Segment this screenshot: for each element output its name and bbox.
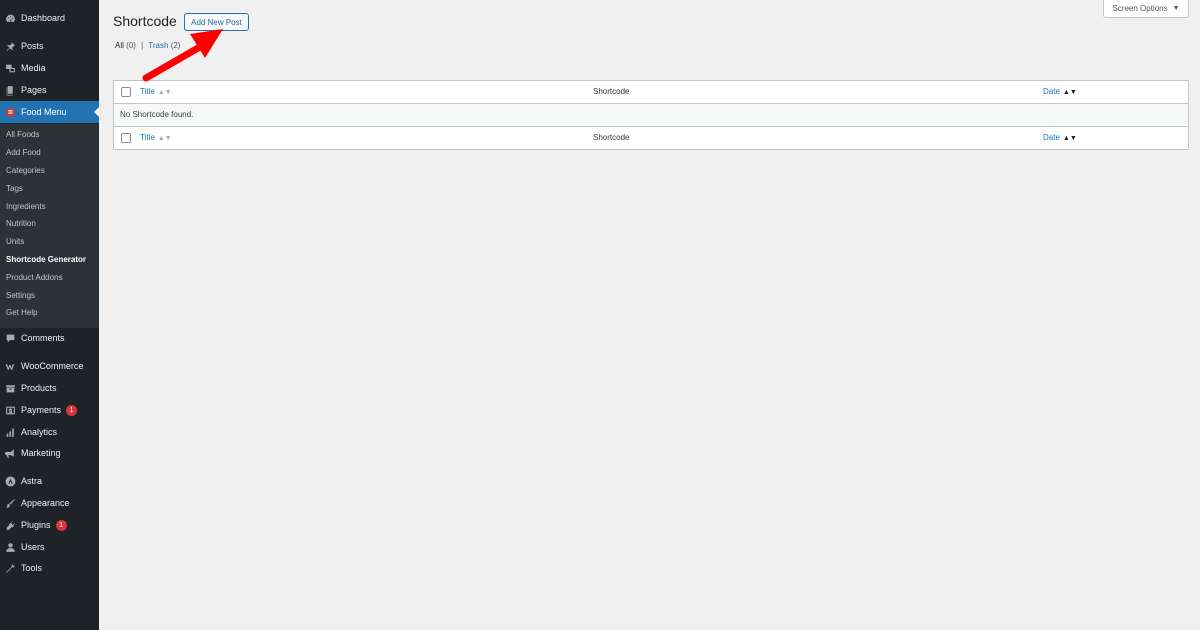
column-date-footer[interactable]: Date ▲▼ <box>1043 133 1077 142</box>
pages-icon <box>4 84 16 96</box>
menu-users[interactable]: Users <box>0 536 99 558</box>
column-title-label: Title <box>140 87 155 96</box>
astra-icon <box>4 475 16 487</box>
menu-posts[interactable]: Posts <box>0 35 99 57</box>
menu-tools-label: Tools <box>21 563 43 573</box>
column-date-header[interactable]: Date ▲▼ <box>1043 87 1077 96</box>
dashboard-icon <box>4 12 16 24</box>
filter-trash[interactable]: Trash <box>148 41 168 50</box>
sort-icon: ▲▼ <box>157 135 172 142</box>
menu-payments[interactable]: Payments 1 <box>0 399 99 421</box>
woocommerce-icon <box>4 360 16 372</box>
payments-count-badge: 1 <box>66 404 78 416</box>
table-header-row: Title ▲▼ Shortcode Date ▲▼ <box>114 81 1188 104</box>
plugins-count-badge: 1 <box>55 519 67 531</box>
post-status-filters: All (0) | Trash (2) <box>115 41 180 50</box>
menu-plugins-label: Plugins <box>21 520 51 530</box>
comment-icon <box>4 332 16 344</box>
screen-options-label: Screen Options <box>1112 4 1168 13</box>
bar-chart-icon <box>4 426 16 438</box>
menu-media[interactable]: Media <box>0 57 99 79</box>
food-menu-icon <box>4 106 16 118</box>
menu-food-menu[interactable]: Food Menu <box>0 101 99 123</box>
table-row: No Shortcode found. <box>114 104 1188 127</box>
menu-pages-label: Pages <box>21 85 47 95</box>
column-date-label: Date <box>1043 87 1060 96</box>
menu-comments[interactable]: Comments <box>0 327 99 349</box>
sort-icon: ▲▼ <box>1062 135 1077 142</box>
plugin-icon <box>4 519 16 531</box>
column-title-footer[interactable]: Title ▲▼ <box>140 133 172 142</box>
sort-icon: ▲▼ <box>157 89 172 96</box>
menu-marketing[interactable]: Marketing <box>0 442 99 464</box>
menu-posts-label: Posts <box>21 41 44 51</box>
menu-marketing-label: Marketing <box>21 448 61 458</box>
menu-dashboard-label: Dashboard <box>21 13 66 23</box>
users-icon <box>4 541 16 553</box>
active-menu-arrow <box>94 107 99 117</box>
menu-tools[interactable]: Tools <box>0 557 99 579</box>
menu-astra[interactable]: Astra <box>0 470 99 492</box>
wrench-icon <box>4 562 16 574</box>
select-all-checkbox-footer[interactable] <box>121 133 131 143</box>
table-footer-row: Title ▲▼ Shortcode Date ▲▼ <box>114 127 1188 149</box>
submenu-nutrition[interactable]: Nutrition <box>6 217 36 231</box>
column-shortcode-header: Shortcode <box>593 87 630 96</box>
column-date-footer-label: Date <box>1043 133 1060 142</box>
admin-sidebar: Dashboard Posts Media Pages Food Menu Al… <box>0 0 99 630</box>
archive-icon <box>4 382 16 394</box>
menu-astra-label: Astra <box>21 476 43 486</box>
column-title-header[interactable]: Title ▲▼ <box>140 87 172 96</box>
submenu-product-addons[interactable]: Product Addons <box>6 271 62 285</box>
submenu-tags[interactable]: Tags <box>6 182 23 196</box>
no-items-message: No Shortcode found. <box>120 110 194 119</box>
menu-analytics[interactable]: Analytics <box>0 421 99 443</box>
filter-all-count: (0) <box>126 41 136 50</box>
menu-products-label: Products <box>21 383 57 393</box>
menu-plugins[interactable]: Plugins 1 <box>0 514 99 536</box>
submenu-ingredients[interactable]: Ingredients <box>6 200 46 214</box>
add-new-post-button[interactable]: Add New Post <box>184 13 249 31</box>
menu-media-label: Media <box>21 63 46 73</box>
menu-dashboard[interactable]: Dashboard <box>0 7 99 29</box>
menu-appearance-label: Appearance <box>21 498 70 508</box>
submenu-add-food[interactable]: Add Food <box>6 146 41 160</box>
menu-payments-label: Payments <box>21 405 62 415</box>
menu-food-menu-label: Food Menu <box>21 107 67 117</box>
caret-down-icon: ▼ <box>1172 5 1180 12</box>
menu-comments-label: Comments <box>21 333 65 343</box>
submenu-shortcode-generator[interactable]: Shortcode Generator <box>6 253 86 267</box>
food-menu-submenu: All Foods Add Food Categories Tags Ingre… <box>0 124 99 328</box>
submenu-units[interactable]: Units <box>6 235 24 249</box>
paintbrush-icon <box>4 497 16 509</box>
dollar-icon <box>4 404 16 416</box>
shortcode-list-table: Title ▲▼ Shortcode Date ▲▼ No Shortcode fo… <box>113 80 1189 150</box>
column-shortcode-footer: Shortcode <box>593 133 630 142</box>
menu-pages[interactable]: Pages <box>0 79 99 101</box>
submenu-settings[interactable]: Settings <box>6 289 35 303</box>
menu-appearance[interactable]: Appearance <box>0 492 99 514</box>
screen-options-button[interactable]: Screen Options ▼ <box>1103 0 1189 18</box>
pushpin-icon <box>4 40 16 52</box>
media-icon <box>4 62 16 74</box>
column-title-footer-label: Title <box>140 133 155 142</box>
sort-icon: ▲▼ <box>1062 89 1077 96</box>
submenu-all-foods[interactable]: All Foods <box>6 128 39 142</box>
menu-analytics-label: Analytics <box>21 427 58 437</box>
page-title: Shortcode <box>113 13 177 29</box>
menu-products[interactable]: Products <box>0 377 99 399</box>
filter-trash-count: (2) <box>170 41 181 50</box>
menu-users-label: Users <box>21 542 45 552</box>
filter-separator: | <box>141 41 144 50</box>
megaphone-icon <box>4 447 16 459</box>
submenu-get-help[interactable]: Get Help <box>6 306 38 320</box>
submenu-categories[interactable]: Categories <box>6 164 45 178</box>
menu-woocommerce[interactable]: WooCommerce <box>0 355 99 377</box>
filter-all[interactable]: All <box>115 41 124 50</box>
select-all-checkbox[interactable] <box>121 87 131 97</box>
menu-woocommerce-label: WooCommerce <box>21 361 84 371</box>
